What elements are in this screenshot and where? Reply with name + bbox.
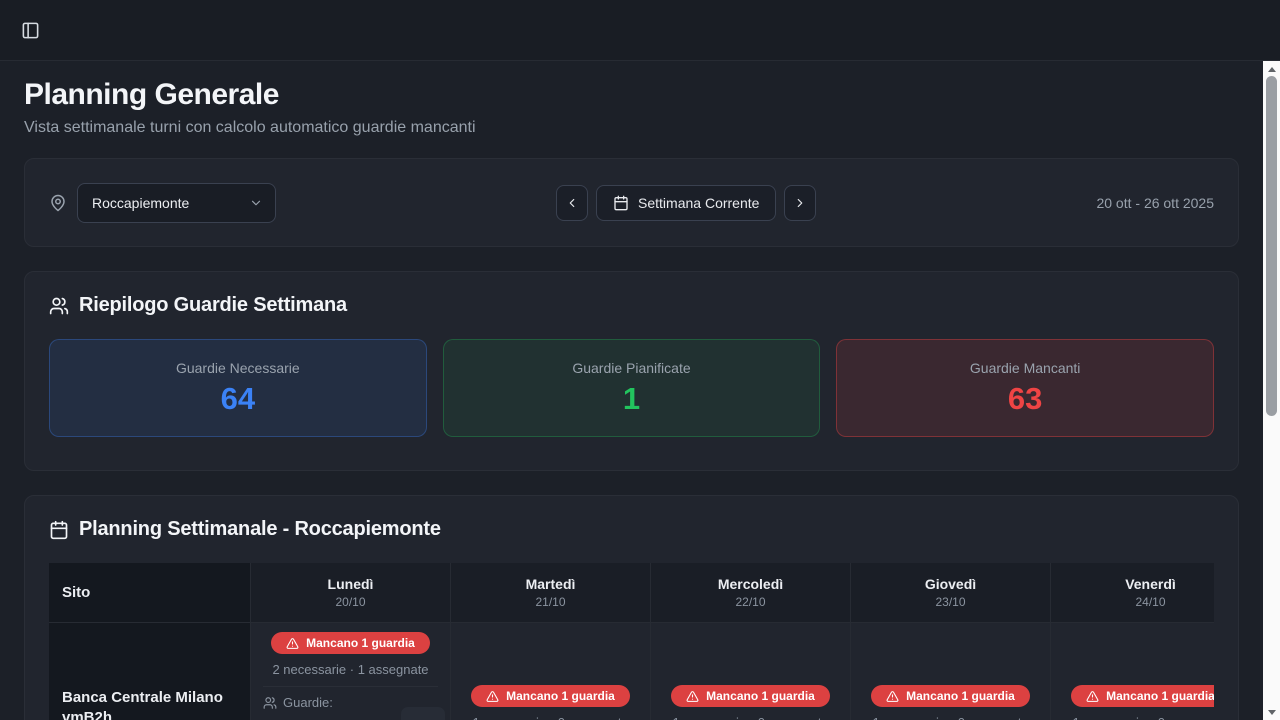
badge-label: Mancano 1 guardia	[506, 689, 615, 703]
day-date: 23/10	[935, 595, 965, 609]
site-cell: Banca Centrale Milano vmB2h_	[49, 623, 251, 720]
summary-card: Riepilogo Guardie Settimana Guardie Nece…	[24, 271, 1239, 471]
badge-label: Mancano 1 guardia	[706, 689, 815, 703]
current-week-label: Settimana Corrente	[638, 195, 759, 211]
site-name: Banca Centrale Milano vmB2h_	[62, 688, 250, 720]
stat-label: Guardie Pianificate	[572, 360, 690, 376]
planning-card: Planning Settimanale - Roccapiemonte Sit…	[24, 495, 1239, 720]
day-date: 22/10	[735, 595, 765, 609]
stat-label: Guardie Necessarie	[176, 360, 300, 376]
panel-left-icon	[21, 21, 40, 40]
day-name: Mercoledì	[718, 576, 783, 592]
stat-label: Guardie Mancanti	[970, 360, 1081, 376]
sidebar-toggle-button[interactable]	[16, 16, 44, 44]
summary-stats: Guardie Necessarie 64 Guardie Pianificat…	[49, 339, 1214, 437]
day-cell: Mancano 1 guardia 1 necessarie · 0 asseg…	[451, 623, 651, 720]
chevron-right-icon	[793, 196, 807, 210]
badge-label: Mancano 1 guardia	[306, 636, 415, 650]
location-filter: Roccapiemonte	[49, 183, 276, 223]
alert-triangle-icon	[1086, 690, 1099, 703]
day-date: 20/10	[335, 595, 365, 609]
missing-guards-badge: Mancano 1 guardia	[271, 632, 430, 654]
day-name: Venerdì	[1125, 576, 1176, 592]
missing-guards-badge: Mancano 1 guardia	[1071, 685, 1214, 707]
missing-guards-badge: Mancano 1 guardia	[871, 685, 1030, 707]
guards-label: Guardie:	[283, 695, 333, 710]
counts-label: 1 necessarie · 0 assegnate	[672, 715, 828, 720]
calendar-days-icon	[613, 195, 629, 211]
users-icon	[263, 696, 277, 710]
day-column-header: Venerdì 24/10	[1051, 563, 1214, 623]
scrollbar-thumb[interactable]	[1266, 76, 1277, 416]
vertical-scrollbar[interactable]	[1263, 61, 1280, 720]
alert-triangle-icon	[486, 690, 499, 703]
day-column-header: Giovedì 23/10	[851, 563, 1051, 623]
day-cell: Mancano 1 guardia 1 necessarie · 0 asseg…	[1051, 623, 1214, 720]
location-select-value: Roccapiemonte	[92, 195, 189, 211]
alert-triangle-icon	[286, 637, 299, 650]
page-title: Planning Generale	[24, 77, 1239, 113]
date-range-label: 20 ott - 26 ott 2025	[1096, 195, 1214, 211]
filter-bar: Roccapiemonte Settimana Corrente	[24, 158, 1239, 247]
badge-label: Mancano 1 guardia	[906, 689, 1015, 703]
badge-label: Mancano 1 guardia	[1106, 689, 1214, 703]
page-subtitle: Vista settimanale turni con calcolo auto…	[24, 119, 1239, 137]
prev-week-button[interactable]	[556, 185, 588, 221]
calendar-icon	[49, 520, 69, 540]
alert-triangle-icon	[886, 690, 899, 703]
day-column-header: Martedì 21/10	[451, 563, 651, 623]
week-navigation: Settimana Corrente	[556, 185, 816, 221]
day-date: 24/10	[1135, 595, 1165, 609]
stat-card-pianificate: Guardie Pianificate 1	[443, 339, 821, 437]
counts-label: 2 necessarie · 1 assegnate	[272, 662, 428, 677]
day-name: Giovedì	[925, 576, 976, 592]
site-column-header: Sito	[49, 563, 251, 623]
day-date: 21/10	[535, 595, 565, 609]
planning-title: Planning Settimanale - Roccapiemonte	[79, 518, 441, 541]
main-content: Planning Generale Vista settimanale turn…	[0, 61, 1263, 720]
day-column-header: Lunedì 20/10	[251, 563, 451, 623]
chevron-left-icon	[565, 196, 579, 210]
chevron-down-icon	[249, 196, 263, 210]
map-pin-icon	[49, 194, 67, 212]
stat-card-mancanti: Guardie Mancanti 63	[836, 339, 1214, 437]
counts-label: 1 necessarie · 0 assegnate	[472, 715, 628, 720]
day-cell: Mancano 1 guardia 1 necessarie · 0 asseg…	[851, 623, 1051, 720]
scrollbar-down-arrow[interactable]	[1263, 704, 1280, 720]
missing-guards-badge: Mancano 1 guardia	[671, 685, 830, 707]
cell-divider	[263, 686, 438, 687]
current-week-button[interactable]: Settimana Corrente	[596, 185, 776, 221]
day-column-header: Mercoledì 22/10	[651, 563, 851, 623]
next-week-button[interactable]	[784, 185, 816, 221]
location-select[interactable]: Roccapiemonte	[77, 183, 276, 223]
stat-value: 1	[623, 381, 640, 417]
counts-label: 1 necessarie · 0 assegnate	[1072, 715, 1214, 720]
guard-chip[interactable]	[401, 707, 445, 720]
stat-value: 63	[1008, 381, 1042, 417]
alert-triangle-icon	[686, 690, 699, 703]
day-cell: Mancano 1 guardia 2 necessarie · 1 asseg…	[251, 623, 451, 720]
users-icon	[49, 296, 69, 316]
summary-title: Riepilogo Guardie Settimana	[79, 294, 347, 317]
counts-label: 1 necessarie · 0 assegnate	[872, 715, 1028, 720]
topbar	[0, 0, 1280, 61]
day-name: Martedì	[526, 576, 576, 592]
missing-guards-badge: Mancano 1 guardia	[471, 685, 630, 707]
scrollbar-up-arrow[interactable]	[1263, 61, 1280, 77]
stat-value: 64	[221, 381, 255, 417]
day-name: Lunedì	[328, 576, 374, 592]
planning-table: Sito Lunedì 20/10 Martedì 21/10 Mercoled…	[49, 563, 1214, 720]
stat-card-necessarie: Guardie Necessarie 64	[49, 339, 427, 437]
day-cell: Mancano 1 guardia 1 necessarie · 0 asseg…	[651, 623, 851, 720]
